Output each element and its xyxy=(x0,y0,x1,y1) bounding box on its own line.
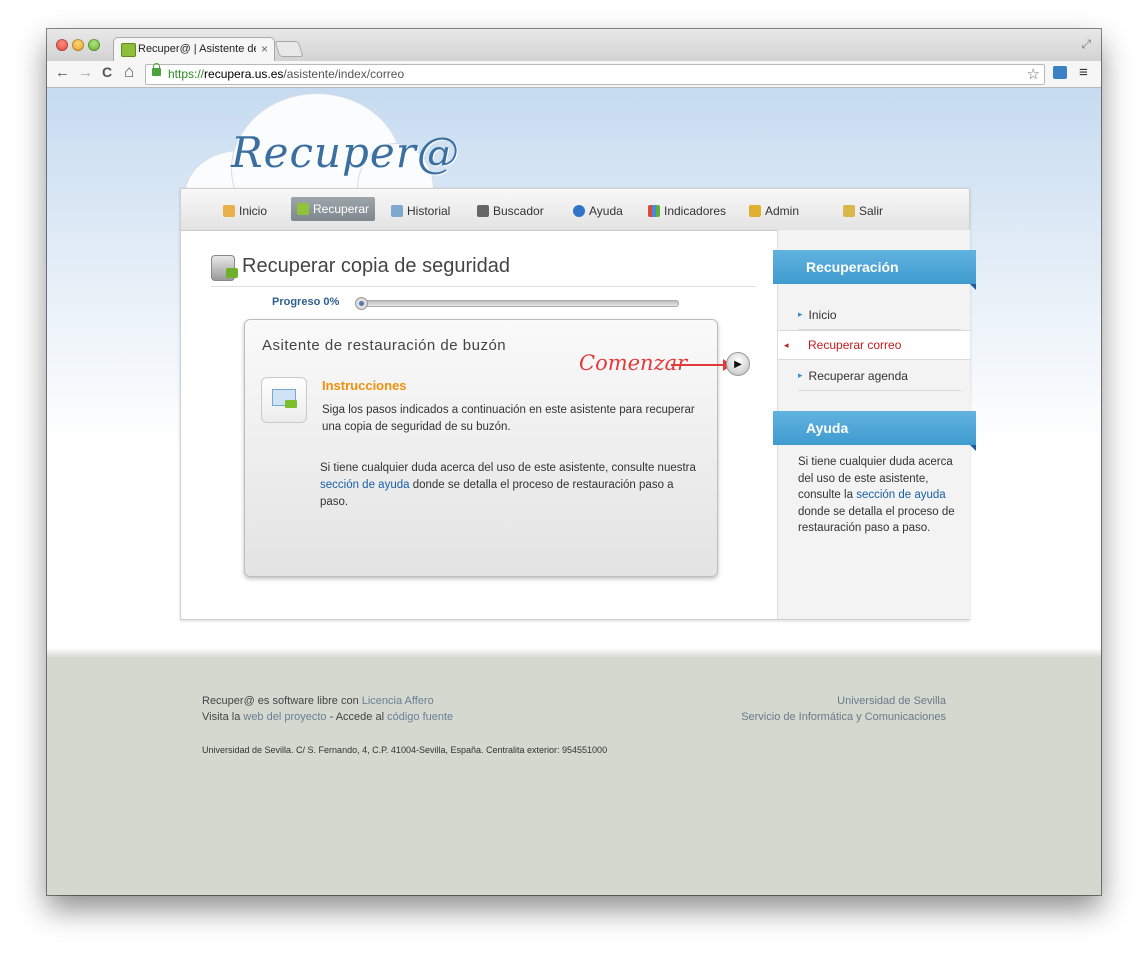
home-icon[interactable]: ⌂ xyxy=(124,62,134,82)
sidebar-item-label: Recuperar correo xyxy=(808,338,902,352)
progress-indicator xyxy=(355,297,368,310)
nav-label: Historial xyxy=(407,204,451,218)
nav-label: Admin xyxy=(765,204,800,218)
sidebar-item-recuperar-correo[interactable]: ◂ Recuperar correo xyxy=(778,330,970,360)
nav-indicadores[interactable]: Indicadores xyxy=(648,200,726,222)
content-panel: Inicio Recuperar Historial Buscador Ayud… xyxy=(180,188,976,620)
license-link[interactable]: Licencia Affero xyxy=(362,695,434,707)
url-path: /asistente/index/correo xyxy=(283,67,405,81)
nav-label: Inicio xyxy=(239,204,268,218)
sidebar-help-link[interactable]: sección de ayuda xyxy=(856,489,946,501)
main-menu: Inicio Recuperar Historial Buscador Ayud… xyxy=(181,189,969,231)
lock-icon xyxy=(152,63,161,76)
wizard-help-text: Si tiene cualquier duda acerca del uso d… xyxy=(320,460,700,511)
browser-window: Recuper@ | Asistente de re × ⤢ ← → C ⌂ h… xyxy=(47,29,1101,895)
sidebar-help-text: Si tiene cualquier duda acerca del uso d… xyxy=(798,454,962,537)
help-text-pre: Si tiene cualquier duda acerca del uso d… xyxy=(320,462,696,474)
key-icon xyxy=(749,205,761,217)
bookmark-star-icon[interactable]: ☆ xyxy=(1027,65,1040,83)
url-host: recupera.us.es xyxy=(204,67,284,81)
sidebar-item-label: Inicio xyxy=(808,307,837,322)
mail-restore-icon xyxy=(272,389,297,408)
nav-ayuda[interactable]: Ayuda xyxy=(573,200,623,222)
project-web-link[interactable]: web del proyecto xyxy=(243,711,326,723)
binoculars-icon xyxy=(477,205,489,217)
mail-icon-box xyxy=(261,377,307,423)
extension-icon[interactable] xyxy=(1053,66,1067,79)
help-section-link[interactable]: sección de ayuda xyxy=(320,479,410,491)
minimize-window-button[interactable] xyxy=(72,39,84,51)
footer: Recuper@ es software libre con Licencia … xyxy=(47,668,1101,895)
university-link[interactable]: Universidad de Sevilla xyxy=(837,695,946,707)
chevron-left-icon: ◂ xyxy=(784,339,789,350)
chart-icon xyxy=(648,205,660,217)
close-window-button[interactable] xyxy=(56,39,68,51)
browser-tab[interactable]: Recuper@ | Asistente de re × xyxy=(113,37,275,62)
chevron-right-icon: ▸ xyxy=(798,309,803,319)
nav-label: Buscador xyxy=(493,204,544,218)
nav-salir[interactable]: Salir xyxy=(843,200,883,222)
tab-close-icon[interactable]: × xyxy=(261,42,268,56)
back-icon[interactable]: ← xyxy=(55,64,70,81)
forward-icon[interactable]: → xyxy=(78,64,93,81)
tab-title: Recuper@ | Asistente de re xyxy=(138,43,256,55)
sidebar-item-inicio[interactable]: ▸ Inicio xyxy=(798,300,961,330)
fullscreen-icon[interactable]: ⤢ xyxy=(1081,37,1091,52)
sidebar-help-post: donde se detalla el proceso de restaurac… xyxy=(798,505,955,535)
nav-inicio[interactable]: Inicio xyxy=(223,200,267,222)
source-code-link[interactable]: código fuente xyxy=(387,711,453,723)
instructions-text: Siga los pasos indicados a continuación … xyxy=(322,404,695,433)
lock-icon xyxy=(843,205,855,217)
footer-text: - Accede al xyxy=(326,711,388,723)
nav-historial[interactable]: Historial xyxy=(391,200,450,222)
home-icon xyxy=(223,205,235,217)
nav-label: Indicadores xyxy=(664,204,727,218)
browser-toolbar: ← → C ⌂ https://recupera.us.es/asistente… xyxy=(47,61,1101,88)
favicon-icon xyxy=(121,43,136,57)
nav-label: Ayuda xyxy=(589,204,623,218)
address-bar[interactable]: https://recupera.us.es/asistente/index/c… xyxy=(145,63,1045,85)
instructions-title: Instrucciones xyxy=(322,378,407,393)
wizard-title: Asitente de restauración de buzón xyxy=(262,337,507,354)
database-restore-icon xyxy=(211,255,238,281)
play-icon: ▶ xyxy=(734,358,742,370)
nav-label: Recuperar xyxy=(313,202,370,216)
sidebar-item-label: Recuperar agenda xyxy=(808,368,908,383)
service-link[interactable]: Servicio de Informática y Comunicaciones xyxy=(741,711,946,723)
nav-admin[interactable]: Admin xyxy=(749,200,799,222)
footer-text: Visita la xyxy=(202,711,244,723)
progress-bar xyxy=(357,300,679,307)
url-scheme: https:// xyxy=(168,67,205,81)
footer-address: Universidad de Sevilla. C/ S. Fernando, … xyxy=(202,745,608,755)
zoom-window-button[interactable] xyxy=(88,39,100,51)
sidebar-heading-help: Ayuda xyxy=(773,411,976,451)
chevron-right-icon: ▸ xyxy=(798,370,803,380)
footer-license-line: Recuper@ es software libre con Licencia … xyxy=(202,695,434,707)
database-icon xyxy=(297,203,309,215)
sidebar-item-recuperar-agenda[interactable]: ▸ Recuperar agenda xyxy=(798,361,961,391)
grass-decoration xyxy=(47,656,1101,670)
browser-menu-icon[interactable]: ≡ xyxy=(1079,64,1088,81)
reload-icon[interactable]: C xyxy=(102,64,112,80)
sidebar: Recuperación ▸ Inicio ◂ Recuperar correo… xyxy=(773,230,976,619)
site-logo[interactable]: Recuper@ xyxy=(231,128,460,177)
progress-label: Progreso 0% xyxy=(272,296,340,308)
title-divider xyxy=(211,286,756,287)
page-title: Recuperar copia de seguridad xyxy=(242,255,510,277)
start-annotation: Comenzar xyxy=(579,351,688,375)
footer-text: Recuper@ es software libre con xyxy=(202,695,362,707)
nav-recuperar[interactable]: Recuperar xyxy=(291,197,376,221)
sidebar-heading-recovery: Recuperación xyxy=(773,250,976,290)
new-tab-button[interactable] xyxy=(274,41,304,57)
footer-project-line: Visita la web del proyecto - Accede al c… xyxy=(202,711,453,723)
tab-strip: Recuper@ | Asistente de re × ⤢ xyxy=(47,29,1101,62)
nav-label: Salir xyxy=(859,204,884,218)
help-icon xyxy=(573,205,585,217)
url-text[interactable]: https://recupera.us.es/asistente/index/c… xyxy=(168,67,404,81)
nav-buscador[interactable]: Buscador xyxy=(477,200,544,222)
annotation-arrow xyxy=(671,364,727,366)
history-icon xyxy=(391,205,403,217)
web-page: Recuper@ Inicio Recuperar Historial Busc xyxy=(47,88,1101,895)
start-play-button[interactable]: ▶ xyxy=(726,352,750,376)
